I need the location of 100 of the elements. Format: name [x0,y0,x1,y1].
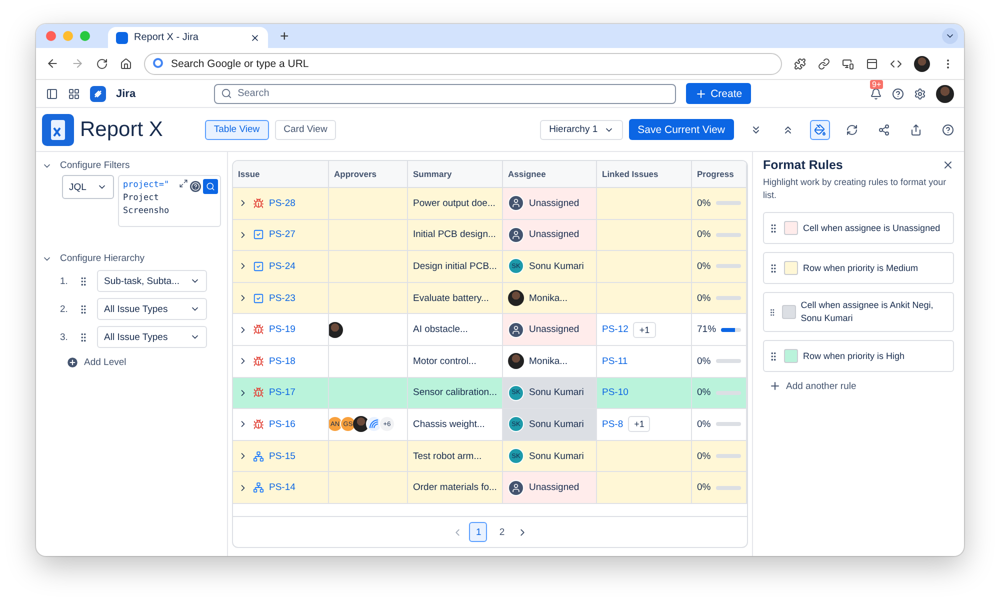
create-button[interactable]: Create [686,83,752,104]
link-icon[interactable] [818,58,830,70]
issue-link[interactable]: PS-15 [269,450,296,462]
sidebar-toggle-icon[interactable] [46,88,58,100]
summary-text: Design initial PCB... [413,260,497,272]
extensions-icon[interactable] [794,58,806,70]
issue-link[interactable]: PS-27 [269,229,296,240]
assignee-name: Monika... [529,292,568,304]
settings-icon[interactable] [914,88,926,100]
table-row[interactable]: PS-23 Evaluate battery... Monika... 0% [233,282,747,314]
app-switcher-icon[interactable] [68,88,80,100]
summary-text: Chassis weight... [413,418,485,430]
issue-link[interactable]: PS-14 [269,482,296,494]
drag-handle-icon[interactable] [768,262,779,274]
assignee-name: Sonu Kumari [529,418,584,430]
more-links-badge[interactable]: +1 [628,416,650,432]
issue-type-dropdown[interactable]: Sub-task, Subta... [97,270,207,292]
progress-text: 0% [697,482,711,494]
query-text: Project [123,192,160,205]
panel-title: Format Rules [763,158,843,172]
drag-handle-icon[interactable] [768,222,779,234]
table-row[interactable]: PS-18 Motor control... Monika... PS-11 0% [233,346,747,378]
issue-link[interactable]: PS-10 [602,387,628,398]
save-view-button[interactable]: Save Current View [628,119,734,140]
issue-link[interactable]: PS-23 [269,292,296,304]
drag-handle-icon[interactable] [78,304,89,314]
summary-text: Evaluate battery... [413,292,489,304]
more-links-badge[interactable]: +1 [633,322,656,338]
issue-type-dropdown[interactable]: All Issue Types [97,298,207,320]
avatar-icon [366,416,382,432]
drag-handle-icon[interactable] [768,306,777,318]
query-field[interactable]: project=" Project Screensho [118,175,221,227]
page-button[interactable]: 1 [469,522,487,542]
new-tab-button[interactable]: + [280,28,289,44]
reload-icon[interactable] [96,58,108,70]
tab-menu-button[interactable] [942,28,958,44]
query-mode-dropdown[interactable]: JQL [62,175,114,199]
progress-text: 0% [697,356,711,367]
home-icon[interactable] [120,58,132,70]
close-icon[interactable] [942,159,954,171]
table-row[interactable]: PS-28 Power output doe... Unassigned 0% [233,188,747,220]
view-tab[interactable]: Card View [274,120,336,140]
summary-text: Order materials fo... [413,482,497,494]
issue-type-dropdown[interactable]: All Issue Types [97,326,207,348]
add-level-button[interactable]: Add Level [66,356,126,369]
drag-handle-icon[interactable] [768,350,779,362]
issue-link[interactable]: PS-11 [602,356,628,367]
browser-tab[interactable]: Report X - Jira [108,27,268,48]
column-header: Summary [408,161,503,188]
table-row[interactable]: PS-27 Initial PCB design... Unassigned 0% [233,220,747,252]
summary-text: Test robot arm... [413,450,482,462]
progress-text: 71% [697,324,716,336]
paint-bucket-icon[interactable] [810,120,830,140]
view-tab[interactable]: Table View [204,120,269,140]
search-button[interactable] [203,179,218,194]
code-icon[interactable] [890,58,902,70]
plus-circle-icon [66,356,79,369]
rule-text: Row when priority is High [803,350,905,362]
issue-link[interactable]: PS-18 [269,356,296,367]
progress-bar [716,359,741,364]
table-row[interactable]: PS-14 Order materials fo... Unassigned 0% [233,472,747,504]
issue-link[interactable]: PS-19 [269,324,296,336]
hierarchy-dropdown[interactable]: Hierarchy 1 [540,120,623,140]
close-icon[interactable] [250,32,260,42]
drag-handle-icon[interactable] [78,276,89,286]
progress-bar [716,296,741,300]
report-logo-icon [42,114,74,146]
notifications-icon[interactable] [870,88,882,100]
plus-icon [769,380,781,392]
query-text: Screensho [123,205,170,218]
help-icon[interactable] [892,88,904,100]
drag-handle-icon[interactable] [78,332,89,342]
profile-avatar[interactable] [914,56,930,72]
avatar [329,322,343,338]
search-field[interactable]: Search [214,84,676,104]
issue-link[interactable]: PS-8 [602,418,624,430]
expand-icon[interactable] [179,179,188,188]
issue-link[interactable]: PS-17 [269,387,296,398]
issue-link[interactable]: PS-24 [269,260,296,272]
page-button[interactable]: 2 [493,522,511,542]
issue-link[interactable]: PS-28 [269,198,296,209]
progress-text: 0% [697,198,711,209]
devices-icon[interactable] [842,58,854,70]
rule-text: Cell when assignee is Ankit Negi, Sonu Kumari [800,299,934,325]
assignee-name: Sonu Kumari [529,450,584,462]
issue-link[interactable]: PS-16 [269,418,296,430]
assignee-name: Unassigned [529,482,580,494]
panel-icon[interactable] [866,58,878,70]
table-row[interactable]: PS-19 AI obstacle... Unassigned PS-12 +1 71% [233,314,747,346]
profile-avatar[interactable] [936,84,954,102]
progress-text: 0% [697,418,711,430]
summary-text: Initial PCB design... [413,229,496,240]
address-field[interactable]: Search Google or type a URL [144,52,782,74]
progress-bar [716,390,741,395]
add-rule-button[interactable]: Add another rule [763,380,862,392]
back-icon[interactable] [46,57,59,70]
level-number: 2. [60,304,69,314]
issue-link[interactable]: PS-12 [602,324,628,336]
summary-text: Motor control... [413,356,476,367]
section-title: Configure Filters [60,160,130,171]
